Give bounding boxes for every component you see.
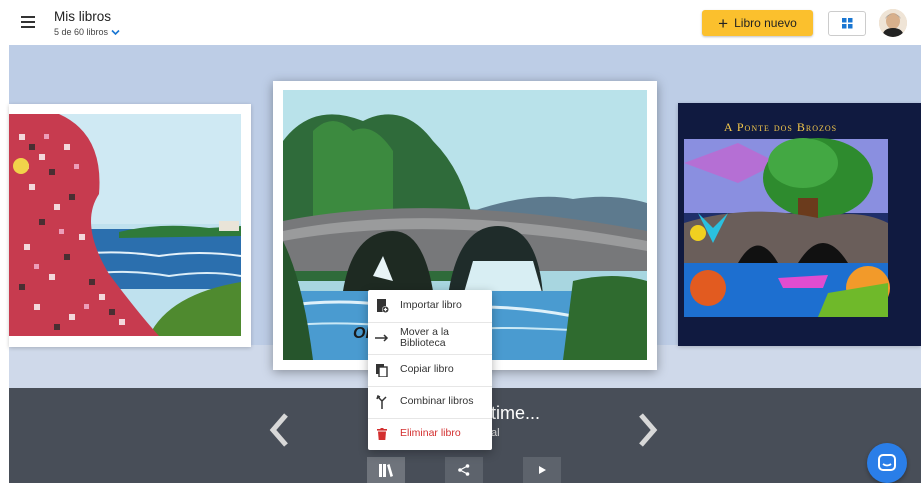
menu-item-delete-book[interactable]: Eliminar libro bbox=[368, 418, 492, 450]
menu-item-import-book[interactable]: Importar libro bbox=[368, 290, 492, 322]
menu-item-merge-books[interactable]: Combinar libros bbox=[368, 386, 492, 418]
previous-book-button[interactable] bbox=[268, 412, 290, 455]
play-button[interactable] bbox=[523, 457, 561, 483]
menu-item-copy-book[interactable]: Copiar libro bbox=[368, 354, 492, 386]
grid-view-button[interactable] bbox=[828, 11, 866, 36]
book-cover-right[interactable]: A Ponte dos Brozos bbox=[678, 103, 921, 346]
book-context-menu: Importar libro Mover a la Biblioteca Cop… bbox=[368, 290, 492, 450]
books-icon bbox=[379, 464, 393, 477]
arrow-right-icon bbox=[375, 331, 389, 345]
menu-item-label: Importar libro bbox=[400, 299, 462, 312]
user-avatar-icon bbox=[879, 9, 907, 37]
chat-icon bbox=[878, 454, 896, 471]
share-icon bbox=[458, 464, 470, 476]
play-icon bbox=[539, 466, 546, 474]
chevron-down-icon bbox=[111, 29, 120, 35]
book-count-label: 5 de 60 libros bbox=[54, 27, 109, 37]
menu-item-label: Mover a la Biblioteca bbox=[400, 325, 450, 349]
selected-book-subtitle: al bbox=[491, 427, 500, 439]
book-count-dropdown[interactable]: 5 de 60 libros bbox=[54, 27, 120, 37]
next-book-button[interactable] bbox=[637, 412, 659, 455]
page-title: Mis libros bbox=[54, 9, 112, 24]
seascape-illustration bbox=[9, 114, 242, 336]
menu-item-move-to-library[interactable]: Mover a la Biblioteca bbox=[368, 322, 492, 354]
chevron-right-icon bbox=[639, 413, 658, 447]
chat-support-button[interactable] bbox=[867, 443, 907, 483]
menu-item-label: Eliminar libro bbox=[400, 427, 461, 440]
avatar[interactable] bbox=[879, 9, 907, 37]
chevron-left-icon bbox=[269, 413, 288, 447]
grid-icon bbox=[841, 18, 852, 29]
import-book-icon bbox=[375, 299, 389, 313]
trash-icon bbox=[375, 427, 389, 441]
menu-item-label: Copiar libro bbox=[400, 363, 454, 376]
new-book-label: Libro nuevo bbox=[734, 16, 797, 30]
menu-item-label: Combinar libros bbox=[400, 395, 474, 408]
selected-book-title: time... bbox=[491, 403, 541, 423]
plus-icon: + bbox=[718, 13, 729, 33]
hamburger-menu-icon[interactable] bbox=[17, 13, 39, 33]
book-cover-left[interactable] bbox=[9, 104, 251, 347]
library-button[interactable] bbox=[367, 457, 405, 483]
copy-icon bbox=[375, 363, 389, 377]
top-bar: Mis libros 5 de 60 libros + Libro nuevo bbox=[0, 0, 921, 45]
share-button[interactable] bbox=[445, 457, 483, 483]
right-book-title: A Ponte dos Brozos bbox=[723, 120, 838, 134]
colorful-bridge-illustration bbox=[678, 103, 921, 346]
merge-icon bbox=[375, 395, 389, 409]
new-book-button[interactable]: + Libro nuevo bbox=[702, 10, 813, 36]
